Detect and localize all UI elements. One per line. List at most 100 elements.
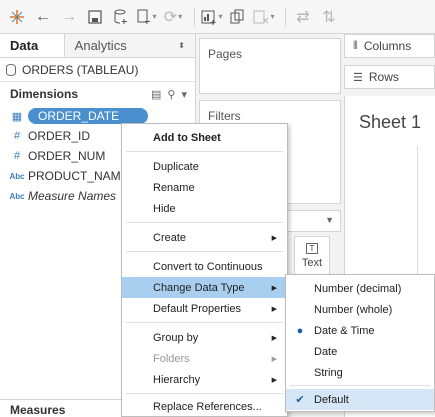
menu-item-label: Create: [153, 231, 187, 244]
menu-item-hide[interactable]: Hide: [122, 198, 287, 219]
menu-item-label: Change Data Type: [153, 281, 245, 294]
menu-item-folders: Folders ▶: [122, 348, 287, 369]
toolbar-separator: [194, 6, 195, 27]
menu-item-label: Number (whole): [314, 303, 393, 316]
menu-item-label: Rename: [153, 181, 195, 194]
view-list-icon[interactable]: ▤: [151, 88, 161, 101]
data-type-date-time[interactable]: ● Date & Time: [286, 320, 434, 341]
menu-separator: [290, 385, 430, 386]
menu-item-rename[interactable]: Rename: [122, 177, 287, 198]
field-name: ORDER_NUM: [28, 149, 106, 163]
menu-item-label: Replace References...: [153, 400, 262, 413]
columns-label: Columns: [363, 39, 412, 53]
menu-item-label: Add to Sheet: [153, 131, 221, 144]
submenu-arrow-icon: ▶: [271, 355, 277, 363]
menu-item-label: Group by: [153, 331, 199, 344]
menu-item-label: Default: [314, 393, 349, 406]
text-icon: T: [306, 243, 318, 254]
number-icon: #: [13, 150, 21, 162]
back-arrow-icon[interactable]: ←: [32, 4, 54, 30]
datasource-name: ORDERS (TABLEAU): [22, 62, 139, 77]
data-pane-tabs: Data Analytics ⬍: [0, 34, 195, 58]
data-type-default[interactable]: ✔ Default: [286, 389, 434, 410]
menu-separator: [126, 251, 283, 252]
show-me-icon[interactable]: ▾: [201, 4, 223, 30]
sort-icon[interactable]: ⇅: [318, 4, 340, 30]
submenu-arrow-icon: ▶: [271, 334, 277, 342]
field-name: ORDER_DATE: [28, 108, 148, 124]
rows-shelf[interactable]: ☰ Rows: [344, 65, 435, 89]
search-icon[interactable]: ⚲: [167, 88, 175, 101]
rows-label: Rows: [368, 70, 399, 84]
tab-data[interactable]: Data: [0, 34, 64, 57]
menu-item-label: Date & Time: [314, 324, 375, 337]
menu-separator: [126, 393, 283, 394]
pages-card[interactable]: Pages: [199, 38, 341, 94]
forward-arrow-icon[interactable]: →: [58, 4, 80, 30]
submenu-arrow-icon: ▶: [271, 376, 277, 384]
text-label: Text: [301, 257, 323, 269]
field-name: PRODUCT_NAM: [28, 169, 121, 183]
database-icon: [6, 63, 16, 76]
menu-item-label: Folders: [153, 352, 190, 365]
data-type-number-whole[interactable]: Number (whole): [286, 299, 434, 320]
menu-item-label: Default Properties: [153, 302, 242, 315]
rows-icon: ☰: [353, 71, 363, 84]
tableau-logo-icon[interactable]: [6, 4, 28, 30]
number-icon: #: [13, 130, 21, 142]
menu-item-label: Hide: [153, 202, 176, 215]
menu-item-label: Date: [314, 345, 338, 358]
datasource-item[interactable]: ORDERS (TABLEAU): [0, 58, 195, 82]
field-context-menu: Add to Sheet Duplicate Rename Hide Creat…: [121, 123, 288, 417]
string-icon: Abc: [9, 171, 25, 181]
submenu-arrow-icon: ▶: [271, 305, 277, 313]
save-icon[interactable]: [84, 4, 106, 30]
menu-item-replace-references[interactable]: Replace References...: [122, 396, 287, 417]
new-worksheet-icon[interactable]: ▾: [136, 4, 158, 30]
date-icon: ▦: [11, 110, 23, 123]
columns-shelf[interactable]: ⦀ Columns: [344, 34, 435, 58]
dimensions-header: Dimensions ▤ ⚲ ▾: [0, 82, 195, 106]
chevron-down-icon[interactable]: ▾: [181, 88, 187, 101]
menu-item-label: Duplicate: [153, 160, 199, 173]
data-type-number-decimal[interactable]: Number (decimal): [286, 278, 434, 299]
menu-item-label: String: [314, 366, 343, 379]
tab-analytics[interactable]: Analytics ⬍: [63, 34, 195, 57]
field-name: ORDER_ID: [28, 129, 91, 143]
menu-item-duplicate[interactable]: Duplicate: [122, 156, 287, 177]
data-type-date[interactable]: Date: [286, 341, 434, 362]
field-name: Measure Names: [28, 189, 117, 203]
toolbar: ← → ▾ ⟳ ▾ ▾ ▾ ⇄ ⇅: [0, 0, 435, 34]
filters-title: Filters: [208, 109, 241, 123]
up-down-icon: ⬍: [178, 41, 185, 50]
swap-icon[interactable]: ⇄: [292, 4, 314, 30]
sheet-title[interactable]: Sheet 1: [359, 112, 421, 133]
menu-separator: [126, 222, 283, 223]
redo-icon[interactable]: ⟳ ▾: [162, 4, 184, 30]
clear-sheet-icon[interactable]: ▾: [253, 4, 275, 30]
menu-item-label: Convert to Continuous: [153, 260, 263, 273]
submenu-arrow-icon: ▶: [271, 234, 277, 242]
submenu-arrow-icon: ▶: [271, 284, 277, 292]
menu-item-label: Hierarchy: [153, 373, 201, 386]
menu-item-convert-to-continuous[interactable]: Convert to Continuous: [122, 256, 287, 277]
menu-separator: [126, 151, 283, 152]
new-datasource-icon[interactable]: [110, 4, 132, 30]
menu-item-create[interactable]: Create ▶: [122, 227, 287, 248]
pages-title: Pages: [208, 47, 243, 61]
dimensions-title: Dimensions: [10, 87, 79, 101]
data-type-string[interactable]: String: [286, 362, 434, 383]
menu-item-default-properties[interactable]: Default Properties ▶: [122, 298, 287, 319]
menu-item-add-to-sheet[interactable]: Add to Sheet: [122, 127, 287, 148]
menu-item-change-data-type[interactable]: Change Data Type ▶: [122, 277, 287, 298]
duplicate-sheet-icon[interactable]: [227, 4, 249, 30]
checkmark-icon: ✔: [295, 394, 305, 406]
menu-item-hierarchy[interactable]: Hierarchy ▶: [122, 369, 287, 390]
radio-dot-icon: ●: [296, 324, 304, 337]
menu-item-label: Number (decimal): [314, 282, 402, 295]
text-mark-button[interactable]: T Text: [294, 236, 330, 276]
menu-item-group-by[interactable]: Group by ▶: [122, 327, 287, 348]
menu-separator: [126, 322, 283, 323]
string-icon: Abc: [9, 191, 25, 201]
chevron-down-icon: ▼: [325, 215, 334, 225]
